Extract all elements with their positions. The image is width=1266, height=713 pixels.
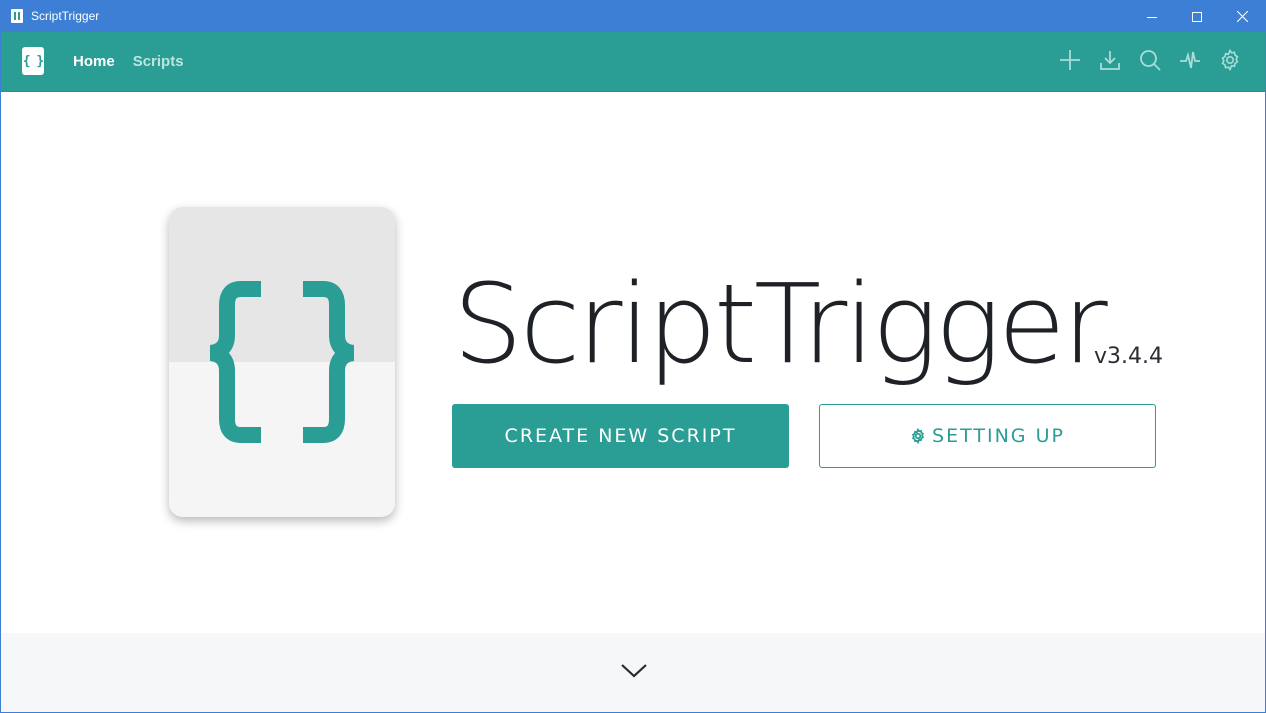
maximize-icon bbox=[1192, 11, 1202, 22]
main-nav: Home Scripts bbox=[73, 53, 184, 71]
nav-scripts[interactable]: Scripts bbox=[133, 53, 184, 71]
activity-button[interactable] bbox=[1178, 48, 1202, 72]
download-icon bbox=[1100, 51, 1120, 70]
window-title: ScriptTrigger bbox=[31, 9, 100, 23]
app-icon bbox=[11, 9, 23, 23]
setup-button-label: SETTING UP bbox=[932, 425, 1065, 447]
activity-icon bbox=[1180, 51, 1200, 69]
title-bar: ScriptTrigger bbox=[1, 1, 1265, 32]
search-icon bbox=[1140, 50, 1161, 71]
app-window: ScriptTrigger { } Home Scripts ScriptTri… bbox=[0, 0, 1266, 713]
create-new-script-button[interactable]: CREATE NEW SCRIPT bbox=[452, 404, 789, 468]
braces-icon bbox=[209, 281, 355, 443]
app-logo-card bbox=[169, 207, 395, 517]
gear-icon bbox=[912, 428, 925, 444]
search-button[interactable] bbox=[1138, 48, 1162, 72]
add-icon bbox=[1060, 50, 1080, 70]
app-header: { } Home Scripts bbox=[1, 32, 1265, 92]
gear-icon bbox=[1221, 48, 1239, 72]
create-button-label: CREATE NEW SCRIPT bbox=[504, 425, 737, 447]
nav-home[interactable]: Home bbox=[73, 53, 115, 71]
maximize-button[interactable] bbox=[1174, 1, 1220, 32]
minimize-button[interactable] bbox=[1129, 1, 1175, 32]
add-button[interactable] bbox=[1058, 48, 1082, 72]
minimize-icon bbox=[1147, 16, 1157, 18]
settings-button[interactable] bbox=[1218, 48, 1242, 72]
app-name-heading: ScriptTrigger bbox=[453, 260, 1108, 388]
version-label: v3.4.4 bbox=[1094, 344, 1163, 369]
chevron-down-icon[interactable] bbox=[620, 661, 648, 679]
app-logo[interactable]: { } bbox=[22, 47, 44, 75]
setting-up-button[interactable]: SETTING UP bbox=[819, 404, 1156, 468]
download-button[interactable] bbox=[1098, 48, 1122, 72]
close-icon bbox=[1236, 11, 1248, 22]
close-button[interactable] bbox=[1219, 1, 1265, 32]
